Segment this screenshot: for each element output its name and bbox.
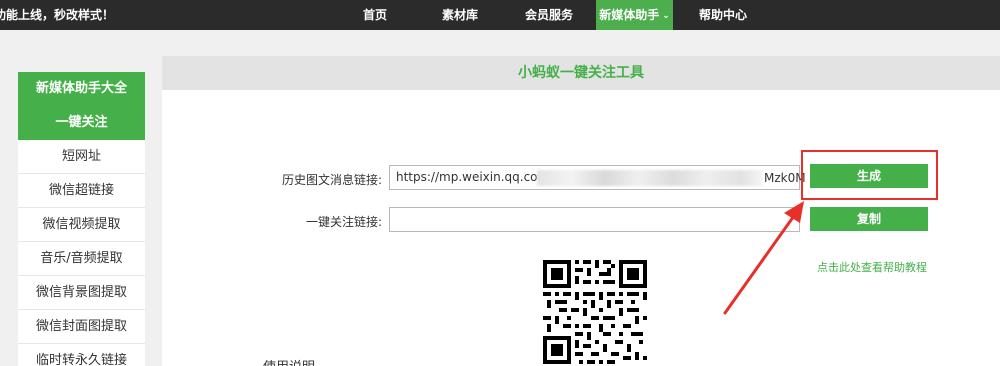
page-title: 小蚂蚁一键关注工具 (518, 65, 644, 81)
sidebar: 新媒体助手大全 一键关注 短网址 微信超链接 微信视频提取 音乐/音频提取 微信… (18, 72, 145, 366)
nav-membership[interactable]: 会员服务 (516, 0, 582, 30)
sidebar-item-audio-extract[interactable]: 音乐/音频提取 (18, 242, 145, 276)
promo-banner-text[interactable]: 功能上线，秒改样式！ (0, 0, 114, 30)
history-link-label: 历史图文消息链接: (281, 173, 382, 187)
top-nav-bar: 功能上线，秒改样式！ 首页 素材库 会员服务 新媒体助手 ⌄ 帮助中心 (0, 0, 1000, 30)
sidebar-item-video-extract[interactable]: 微信视频提取 (18, 208, 145, 242)
chevron-down-icon: ⌄ (662, 11, 670, 21)
help-tutorial-link[interactable]: 点击此处查看帮助教程 (817, 259, 927, 275)
nav-new-media-assistant[interactable]: 新媒体助手 ⌄ (596, 0, 673, 30)
qr-code-image (541, 258, 649, 366)
sidebar-item-cover-extract[interactable]: 微信封面图提取 (18, 310, 145, 344)
nav-new-media-assistant-label: 新媒体助手 (599, 8, 660, 22)
redacted-link-segment (537, 170, 763, 186)
nav-materials[interactable]: 素材库 (430, 0, 490, 30)
sidebar-item-temp-to-permanent[interactable]: 临时转永久链接 (18, 344, 145, 366)
generate-button[interactable]: 生成 (810, 164, 928, 188)
sidebar-item-wechat-hyperlink[interactable]: 微信超链接 (18, 174, 145, 208)
usage-instructions-heading-partial: 使用说明 (263, 356, 315, 366)
follow-link-label: 一键关注链接: (305, 215, 382, 229)
sidebar-item-one-click-follow[interactable]: 一键关注 (18, 106, 145, 140)
annotation-arrow (723, 201, 804, 315)
nav-help-center[interactable]: 帮助中心 (690, 0, 756, 30)
nav-home[interactable]: 首页 (350, 0, 400, 30)
copy-button[interactable]: 复制 (810, 207, 928, 231)
main-header: 小蚂蚁一键关注工具 (162, 56, 1000, 90)
sidebar-title: 新媒体助手大全 (18, 72, 145, 106)
history-link-value-end: Mzk0M (764, 171, 806, 185)
sidebar-item-short-url[interactable]: 短网址 (18, 140, 145, 174)
sidebar-item-background-extract[interactable]: 微信背景图提取 (18, 276, 145, 310)
